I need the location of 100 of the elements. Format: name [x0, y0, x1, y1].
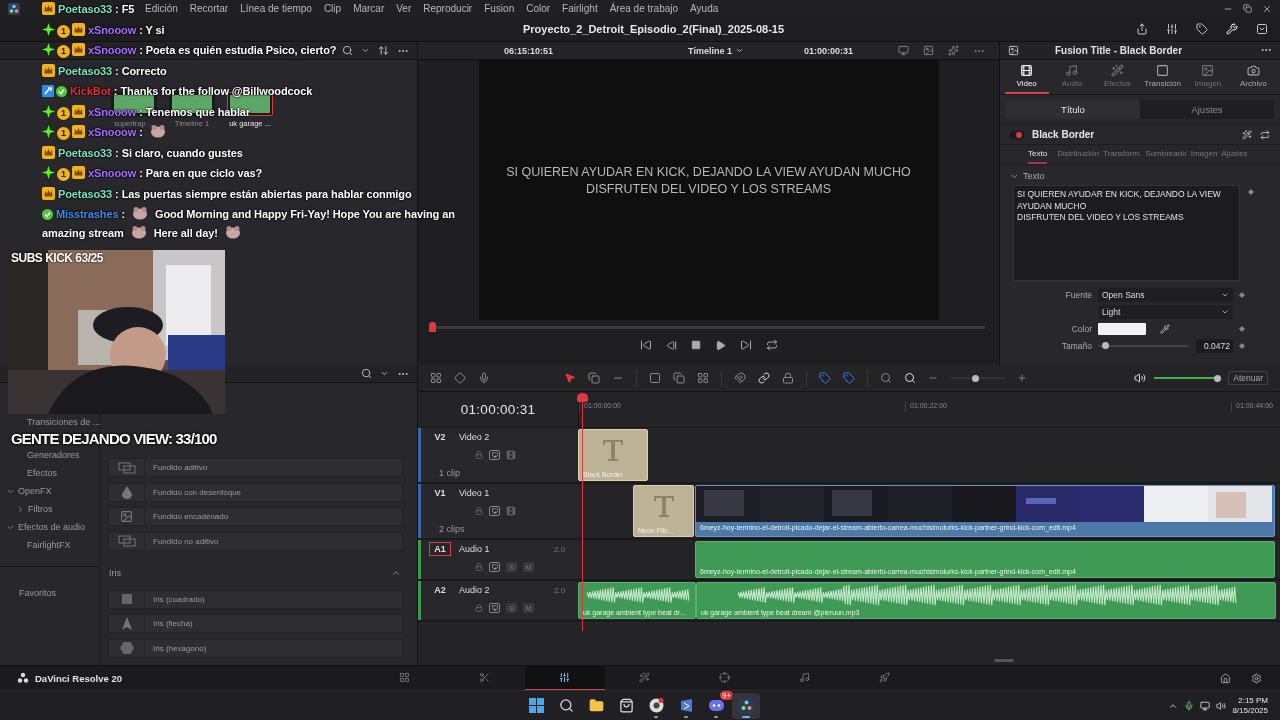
stop-icon[interactable]: [690, 340, 701, 350]
text-field[interactable]: SI QUIEREN AYUDAR EN KICK, DEJANDO LA VIEW AYUDAN MUCHO DISFRUTEN DEL VIDEO Y LOS STREAMS: [1013, 185, 1240, 281]
film-icon[interactable]: [506, 506, 516, 516]
enable-toggle[interactable]: [1010, 130, 1024, 139]
keyframe-icon[interactable]: [1248, 189, 1254, 195]
share-icon[interactable]: [1136, 23, 1148, 35]
caret-icon[interactable]: [361, 46, 370, 55]
track-id[interactable]: V1: [429, 486, 451, 500]
step-back-icon[interactable]: [665, 339, 677, 351]
playhead-handle[interactable]: [429, 322, 436, 332]
tools-icon[interactable]: [1226, 23, 1238, 35]
skip-forward-icon[interactable]: [739, 339, 752, 351]
fairlight-page-icon[interactable]: [799, 671, 811, 683]
loop-icon[interactable]: [765, 339, 778, 351]
overwrite-icon[interactable]: [673, 372, 685, 384]
start-icon[interactable]: [528, 698, 544, 713]
page-tab[interactable]: [524, 665, 605, 691]
menu-item[interactable]: Línea de tiempo: [240, 3, 312, 14]
keyframe-icon[interactable]: [1239, 325, 1245, 332]
snap-icon[interactable]: [734, 372, 746, 384]
color-page-icon[interactable]: [719, 671, 731, 683]
taskbar-app[interactable]: 9+: [702, 692, 730, 719]
sidebar-item[interactable]: OpenFX: [0, 482, 99, 500]
style-dropdown[interactable]: Light: [1098, 304, 1233, 319]
editor-icon[interactable]: [678, 698, 694, 713]
lock-icon[interactable]: [782, 372, 794, 384]
skip-back-icon[interactable]: [639, 339, 652, 351]
tag-icon[interactable]: [1196, 23, 1208, 35]
menu-item[interactable]: Recortar: [189, 3, 229, 14]
effect-item[interactable]: Fundido encadenado: [108, 507, 403, 526]
fusion-page-icon[interactable]: [639, 671, 651, 683]
zoom-in-icon[interactable]: [1017, 373, 1027, 383]
network-icon[interactable]: [1200, 700, 1211, 711]
search-icon[interactable]: [342, 45, 353, 56]
lock-icon[interactable]: [475, 451, 483, 459]
effects-icon[interactable]: [948, 44, 959, 56]
menu-item[interactable]: Fusion: [484, 3, 515, 14]
zoom-icon[interactable]: [904, 372, 916, 384]
keyframe-icon[interactable]: [1239, 291, 1245, 298]
lock-icon[interactable]: [475, 563, 483, 571]
keyframe-icon[interactable]: [1239, 342, 1245, 349]
menu-item[interactable]: Marcar: [353, 3, 385, 14]
auto-select-icon[interactable]: [489, 506, 500, 516]
volume-icon[interactable]: [1134, 372, 1147, 384]
play-icon[interactable]: [714, 339, 726, 351]
chat-app-icon[interactable]: [708, 698, 724, 713]
effect-item[interactable]: Iris (cuadrado): [108, 589, 403, 609]
menu-item[interactable]: Clip: [323, 3, 342, 14]
menu-item[interactable]: Ayuda: [690, 3, 719, 14]
section-header[interactable]: Texto: [1000, 165, 1280, 185]
search-icon[interactable]: [558, 698, 574, 713]
text-tab[interactable]: Distribución: [1057, 149, 1099, 164]
menu-item[interactable]: Reproducir: [423, 3, 473, 14]
text-tab[interactable]: Sombreado: [1145, 149, 1187, 164]
volume-slider[interactable]: [1154, 374, 1221, 382]
reset-icon[interactable]: [1260, 129, 1270, 140]
track-id[interactable]: A1: [429, 542, 451, 556]
close-icon[interactable]: [1262, 3, 1272, 14]
folder-icon[interactable]: [588, 698, 604, 713]
settings-icon[interactable]: [1251, 672, 1262, 684]
slider-thumb[interactable]: [971, 374, 979, 382]
trim-icon[interactable]: [588, 372, 600, 384]
image-icon[interactable]: [923, 44, 934, 56]
caret-icon[interactable]: [380, 369, 389, 378]
playhead-handle[interactable]: [577, 393, 588, 402]
inspector-tab[interactable]: Video: [1004, 64, 1049, 94]
home-icon[interactable]: [1220, 672, 1231, 684]
menu-item[interactable]: Edición: [145, 3, 178, 14]
flag-icon[interactable]: [819, 372, 831, 384]
menu-item[interactable]: Área de trabajo: [609, 3, 679, 14]
image-icon[interactable]: [1008, 45, 1019, 56]
lock-icon[interactable]: [475, 507, 483, 515]
replace-icon[interactable]: [697, 372, 709, 384]
layout-icon[interactable]: [430, 372, 442, 384]
cut-page-icon[interactable]: [479, 671, 491, 683]
sidebar-item[interactable]: Filtros: [0, 500, 99, 518]
sort-icon[interactable]: [378, 45, 389, 56]
slider-thumb[interactable]: [1102, 341, 1110, 349]
mixer-icon[interactable]: [1166, 23, 1178, 35]
marker-icon[interactable]: [843, 372, 855, 384]
resolve-icon[interactable]: [738, 698, 754, 713]
effect-item[interactable]: Fundido aditivo: [108, 458, 403, 477]
media-page-icon[interactable]: [399, 671, 411, 683]
deliver-page-icon[interactable]: [879, 671, 891, 683]
effect-item[interactable]: Fundido con desenfoque: [108, 482, 403, 502]
mic-icon[interactable]: [1184, 700, 1195, 711]
sidebar-item[interactable]: Generadores: [0, 446, 99, 464]
subtab[interactable]: Ajustes: [1140, 100, 1274, 119]
keyframe-icon[interactable]: [454, 372, 466, 384]
sidebar-item[interactable]: FairlightFX: [0, 536, 99, 554]
auto-select-icon[interactable]: [489, 603, 500, 613]
browser-icon[interactable]: [648, 698, 664, 713]
mic-icon[interactable]: [478, 372, 490, 384]
inspector-tab[interactable]: Transición: [1140, 64, 1185, 94]
effect-item[interactable]: Fundido no aditivo: [108, 531, 403, 551]
text-tab[interactable]: Imagen: [1190, 149, 1218, 164]
eyedropper-icon[interactable]: [1160, 323, 1170, 334]
subtab[interactable]: Título: [1006, 100, 1140, 119]
sidebar-item[interactable]: Transiciones de ...: [0, 415, 99, 429]
edit-page-icon[interactable]: [559, 671, 571, 683]
